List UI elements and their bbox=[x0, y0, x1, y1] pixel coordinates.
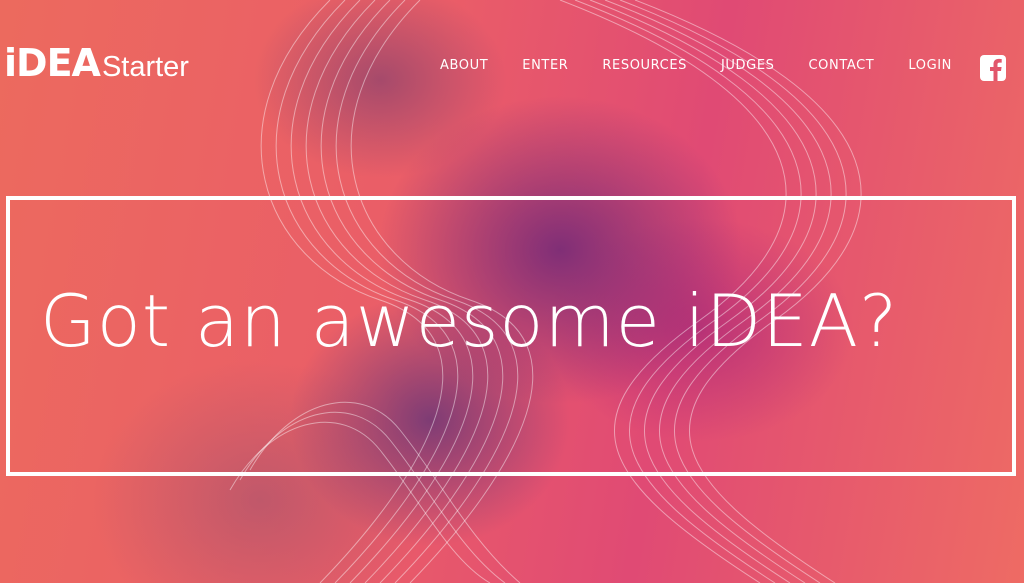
facebook-icon[interactable] bbox=[980, 55, 1006, 81]
nav-item-login[interactable]: LOGIN bbox=[908, 58, 952, 73]
site-header: iDEA Starter ABOUT ENTER RESOURCES JUDGE… bbox=[0, 0, 1024, 100]
nav-item-contact[interactable]: CONTACT bbox=[809, 58, 875, 73]
logo-wordmark-bold: iDEA bbox=[4, 41, 101, 85]
main-nav: ABOUT ENTER RESOURCES JUDGES CONTACT LOG… bbox=[440, 58, 986, 73]
nav-item-about[interactable]: ABOUT bbox=[440, 58, 488, 73]
nav-item-resources[interactable]: RESOURCES bbox=[602, 58, 687, 73]
nav-item-judges[interactable]: JUDGES bbox=[721, 58, 775, 73]
site-logo[interactable]: iDEA Starter bbox=[4, 44, 189, 82]
nav-item-enter[interactable]: ENTER bbox=[522, 58, 568, 73]
logo-wordmark-light: Starter bbox=[101, 51, 189, 83]
hero-headline: Got an awesome iDEA? bbox=[40, 279, 899, 363]
